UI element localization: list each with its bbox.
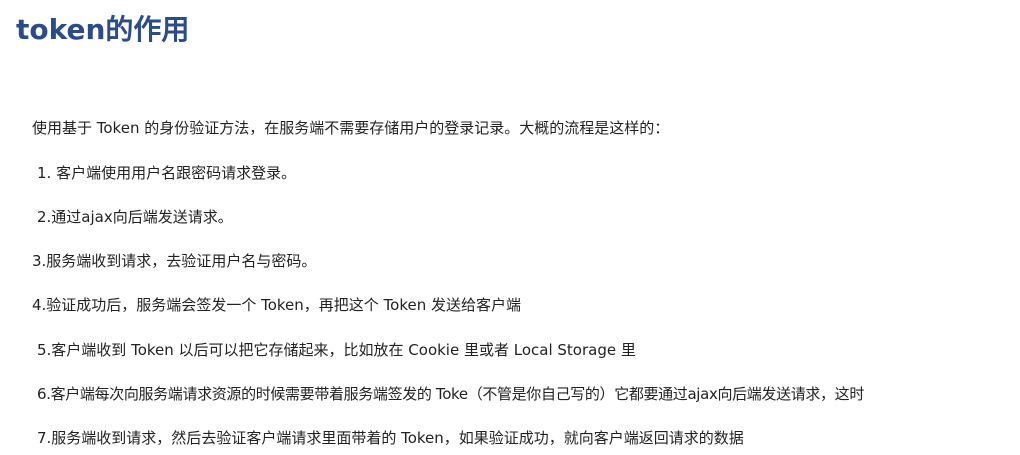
step-1-text: 1. 客户端使用用户名跟密码请求登录。 (37, 164, 297, 182)
page-title: token的作用 (16, 13, 190, 46)
step-2-text: 2.通过ajax向后端发送请求。 (37, 208, 233, 226)
intro-paragraph: 使用基于 Token 的身份验证方法，在服务端不需要存储用户的登录记录。大概的流… (32, 119, 670, 137)
step-4-text: 4.验证成功后，服务端会签发一个 Token，再把这个 Token 发送给客户端 (32, 296, 521, 314)
step-3-text: 3.服务端收到请求，去验证用户名与密码。 (32, 252, 317, 270)
step-6-text: 6.客户端每次向服务端请求资源的时候需要带着服务端签发的 Toke（不管是你自己… (37, 385, 864, 403)
step-7-text: 7.服务端收到请求，然后去验证客户端请求里面带着的 Token，如果验证成功，就… (37, 429, 744, 447)
step-5-text: 5.客户端收到 Token 以后可以把它存储起来，比如放在 Cookie 里或者… (37, 341, 636, 359)
